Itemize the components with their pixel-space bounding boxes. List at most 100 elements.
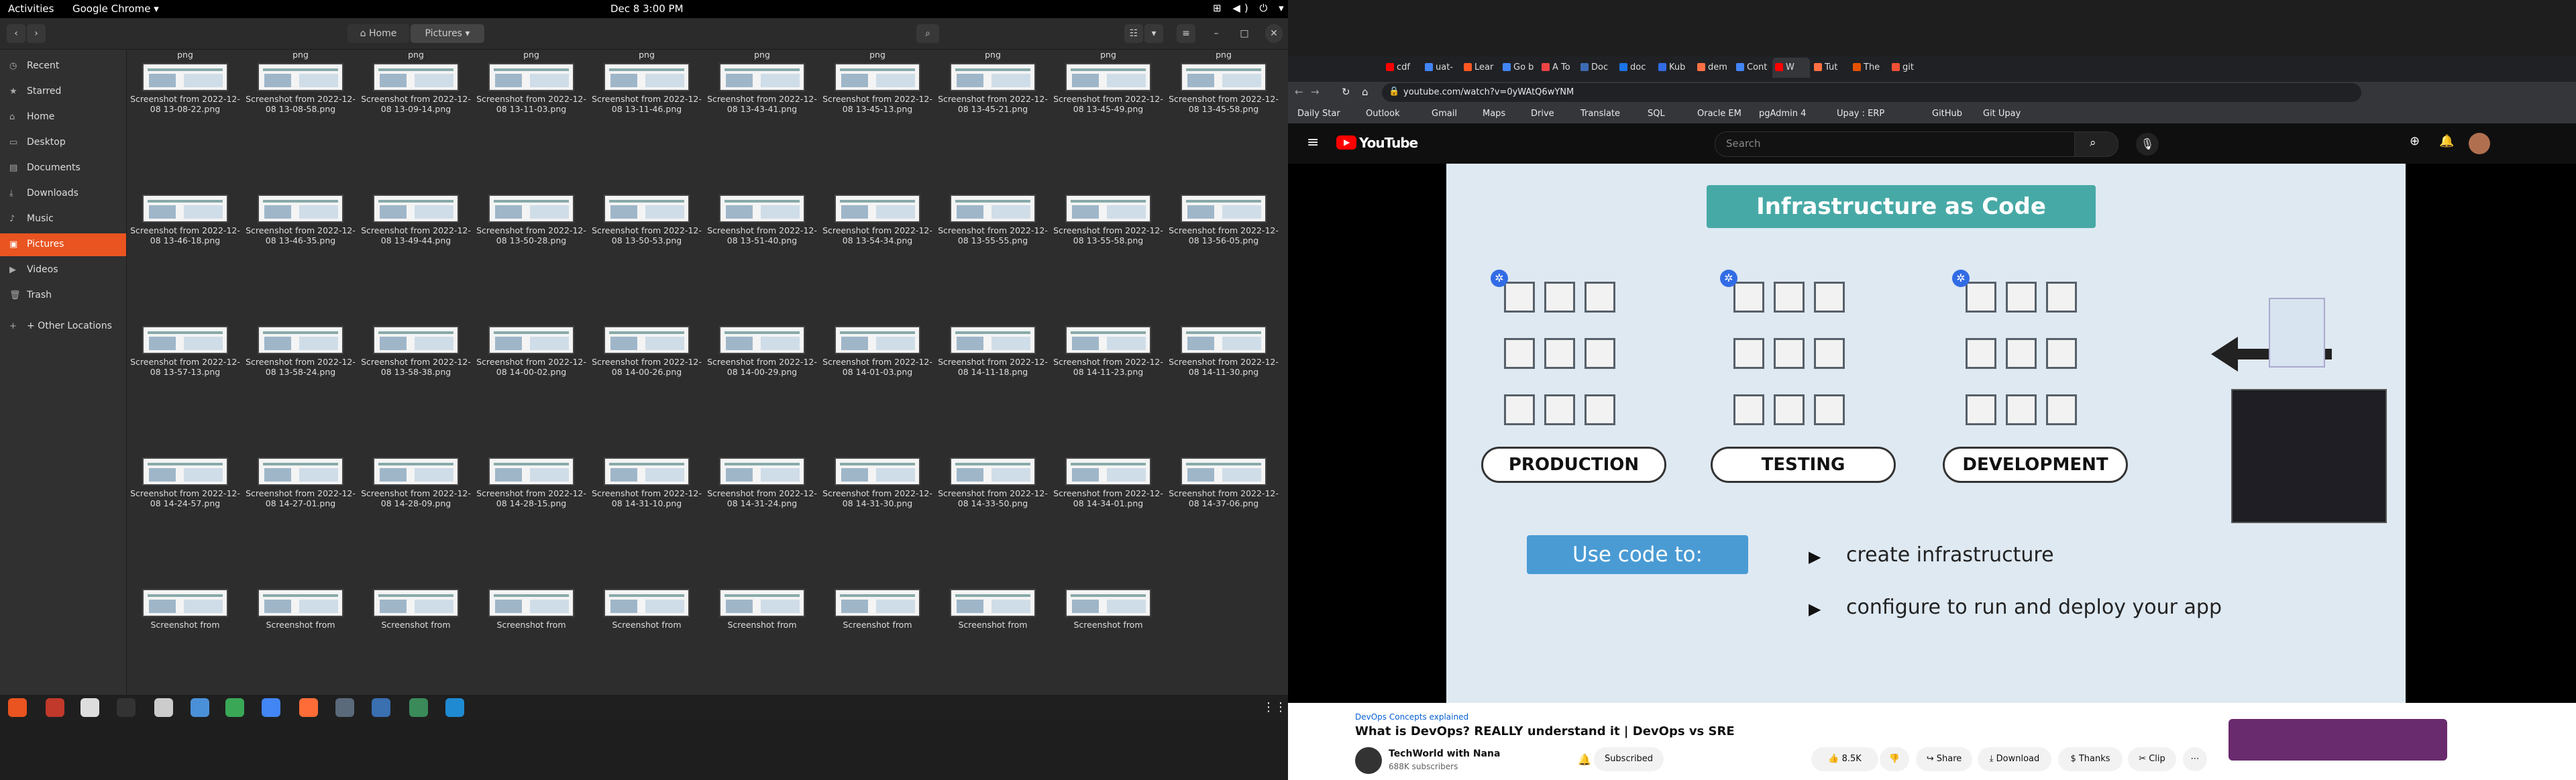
postman-icon[interactable]: [299, 698, 318, 717]
app-icon-red[interactable]: [46, 698, 64, 717]
bookmark-item[interactable]: Oracle EM: [1697, 109, 1741, 119]
voice-search-icon[interactable]: 🎙: [2136, 133, 2159, 156]
app-menu[interactable]: Google Chrome ▾: [72, 3, 159, 15]
sidebar-item-desktop[interactable]: ▭ Desktop: [0, 131, 126, 154]
view-toggle-icon[interactable]: ☷: [1124, 24, 1143, 43]
file-thumbnail[interactable]: [1181, 457, 1267, 486]
file-thumbnail[interactable]: [373, 63, 459, 91]
chrome-icon[interactable]: [262, 698, 280, 717]
clip-button[interactable]: ✂ Clip: [2128, 747, 2176, 771]
back-button[interactable]: ‹: [7, 24, 25, 43]
file-thumbnail[interactable]: [1065, 457, 1151, 486]
browser-tab[interactable]: doc: [1617, 58, 1654, 78]
file-thumbnail[interactable]: [488, 63, 574, 91]
hamburger-menu-icon[interactable]: ≡: [1307, 134, 1319, 151]
browser-tab[interactable]: Kub: [1656, 58, 1693, 78]
browser-tab[interactable]: The: [1850, 58, 1888, 78]
image-viewer-icon[interactable]: [409, 698, 428, 717]
file-thumbnail[interactable]: [604, 63, 690, 91]
sidebar-item-music[interactable]: ♪ Music: [0, 208, 126, 231]
bookmark-item[interactable]: Drive: [1531, 109, 1554, 119]
reload-icon[interactable]: ↻: [1342, 86, 1350, 98]
video-frame[interactable]: Infrastructure as Code ✲ PRODUCTION ✲ TESTI…: [1446, 164, 2406, 703]
folder-icon[interactable]: [154, 698, 173, 717]
file-thumbnail[interactable]: [950, 63, 1036, 91]
dislike-button[interactable]: 👎: [1880, 747, 1909, 771]
browser-tab[interactable]: uat-: [1422, 58, 1460, 78]
files-icon[interactable]: [8, 698, 27, 717]
address-bar[interactable]: 🔒 youtube.com/watch?v=0yWAtQ6wYNM: [1382, 83, 2361, 102]
file-thumbnail[interactable]: [1181, 63, 1267, 91]
file-thumbnail[interactable]: [142, 457, 228, 486]
file-thumbnail[interactable]: [142, 326, 228, 354]
vscode-blue-icon[interactable]: [372, 698, 390, 717]
browser-tab[interactable]: A To: [1539, 58, 1576, 78]
bookmark-item[interactable]: SQL: [1648, 109, 1665, 119]
browser-tab[interactable]: W: [1772, 58, 1810, 78]
thanks-button[interactable]: $ Thanks: [2058, 747, 2123, 771]
create-icon[interactable]: ⊕: [2410, 134, 2420, 148]
show-applications-icon[interactable]: ⋮⋮: [1263, 700, 1287, 714]
file-thumbnail[interactable]: [1065, 194, 1151, 223]
maximize-icon[interactable]: □: [1236, 24, 1253, 43]
channel-name[interactable]: TechWorld with Nana: [1389, 748, 1500, 759]
file-thumbnail[interactable]: [835, 63, 920, 91]
file-thumbnail[interactable]: [719, 457, 805, 486]
sidebar-item-downloads[interactable]: ⤓ Downloads: [0, 182, 126, 205]
activities-button[interactable]: Activities: [8, 3, 54, 15]
browser-tab[interactable]: Doc: [1578, 58, 1615, 78]
file-thumbnail[interactable]: [258, 326, 343, 354]
sidebar-item-pictures[interactable]: ▣ Pictures: [0, 233, 126, 256]
file-thumbnail[interactable]: [373, 457, 459, 486]
file-thumbnail[interactable]: [719, 63, 805, 91]
file-thumbnail[interactable]: [258, 63, 343, 91]
sidebar-item-videos[interactable]: ▶ Videos: [0, 259, 126, 282]
bookmark-item[interactable]: Git Upay: [1983, 109, 2021, 119]
file-thumbnail[interactable]: [1181, 194, 1267, 223]
sidebar-item-documents[interactable]: ▤ Documents: [0, 157, 126, 180]
file-thumbnail[interactable]: [719, 589, 805, 617]
bookmark-item[interactable]: GitHub: [1932, 109, 1962, 119]
breadcrumb-current[interactable]: Pictures ▾: [411, 24, 484, 43]
download-button[interactable]: ⤓ Download: [1978, 747, 2051, 771]
notifications-icon[interactable]: 🔔: [2439, 134, 2454, 148]
browser-tab[interactable]: cdf: [1383, 58, 1421, 78]
forward-icon[interactable]: →: [1311, 86, 1320, 98]
file-thumbnail[interactable]: [835, 194, 920, 223]
breadcrumb-home[interactable]: ⌂ Home: [347, 24, 409, 43]
file-thumbnail[interactable]: [373, 589, 459, 617]
file-thumbnail[interactable]: [604, 194, 690, 223]
ad-banner[interactable]: [2229, 719, 2447, 761]
file-thumbnail[interactable]: [835, 326, 920, 354]
file-thumbnail[interactable]: [258, 194, 343, 223]
forward-button[interactable]: ›: [27, 24, 46, 43]
file-thumbnail[interactable]: [373, 326, 459, 354]
file-thumbnail[interactable]: [719, 326, 805, 354]
file-thumbnail[interactable]: [1181, 326, 1267, 354]
file-thumbnail[interactable]: [604, 326, 690, 354]
browser-tab[interactable]: Tut: [1811, 58, 1849, 78]
file-thumbnail[interactable]: [604, 589, 690, 617]
browser-tab[interactable]: git: [1889, 58, 1927, 78]
file-thumbnail[interactable]: [604, 457, 690, 486]
menu-icon[interactable]: ≡: [1177, 24, 1195, 43]
sidebar-item-home[interactable]: ⌂ Home: [0, 106, 126, 129]
file-thumbnail[interactable]: [950, 589, 1036, 617]
back-icon[interactable]: ←: [1295, 86, 1303, 98]
channel-avatar[interactable]: [1355, 747, 1382, 774]
browser-tab[interactable]: Go b: [1500, 58, 1538, 78]
file-thumbnail[interactable]: [373, 194, 459, 223]
file-thumbnail[interactable]: [950, 457, 1036, 486]
sidebar-item-other-locations[interactable]: + + Other Locations: [0, 315, 126, 338]
file-thumbnail[interactable]: [719, 194, 805, 223]
playlist-link[interactable]: DevOps Concepts explained: [1355, 712, 1468, 722]
file-thumbnail[interactable]: [142, 589, 228, 617]
file-thumbnail[interactable]: [835, 589, 920, 617]
youtube-search-input[interactable]: Search: [1715, 131, 2076, 157]
sidebar-item-recent[interactable]: ◷ Recent: [0, 55, 126, 78]
file-thumbnail[interactable]: [950, 194, 1036, 223]
browser-tab[interactable]: Cont: [1733, 58, 1771, 78]
view-options-icon[interactable]: ▾: [1144, 24, 1163, 43]
home-icon[interactable]: ⌂: [1362, 86, 1368, 98]
bookmark-item[interactable]: Upay : ERP: [1837, 109, 1884, 119]
